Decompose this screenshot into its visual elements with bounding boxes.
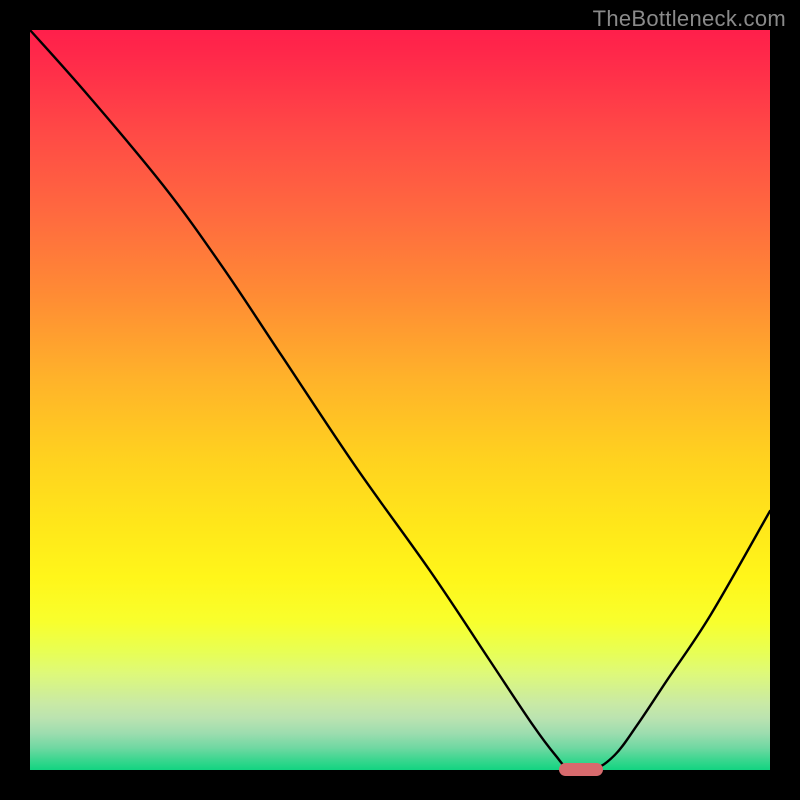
optimal-marker	[559, 763, 603, 776]
curve-line	[30, 30, 770, 770]
plot-area	[30, 30, 770, 770]
chart-frame: TheBottleneck.com	[0, 0, 800, 800]
watermark-label: TheBottleneck.com	[593, 6, 786, 32]
